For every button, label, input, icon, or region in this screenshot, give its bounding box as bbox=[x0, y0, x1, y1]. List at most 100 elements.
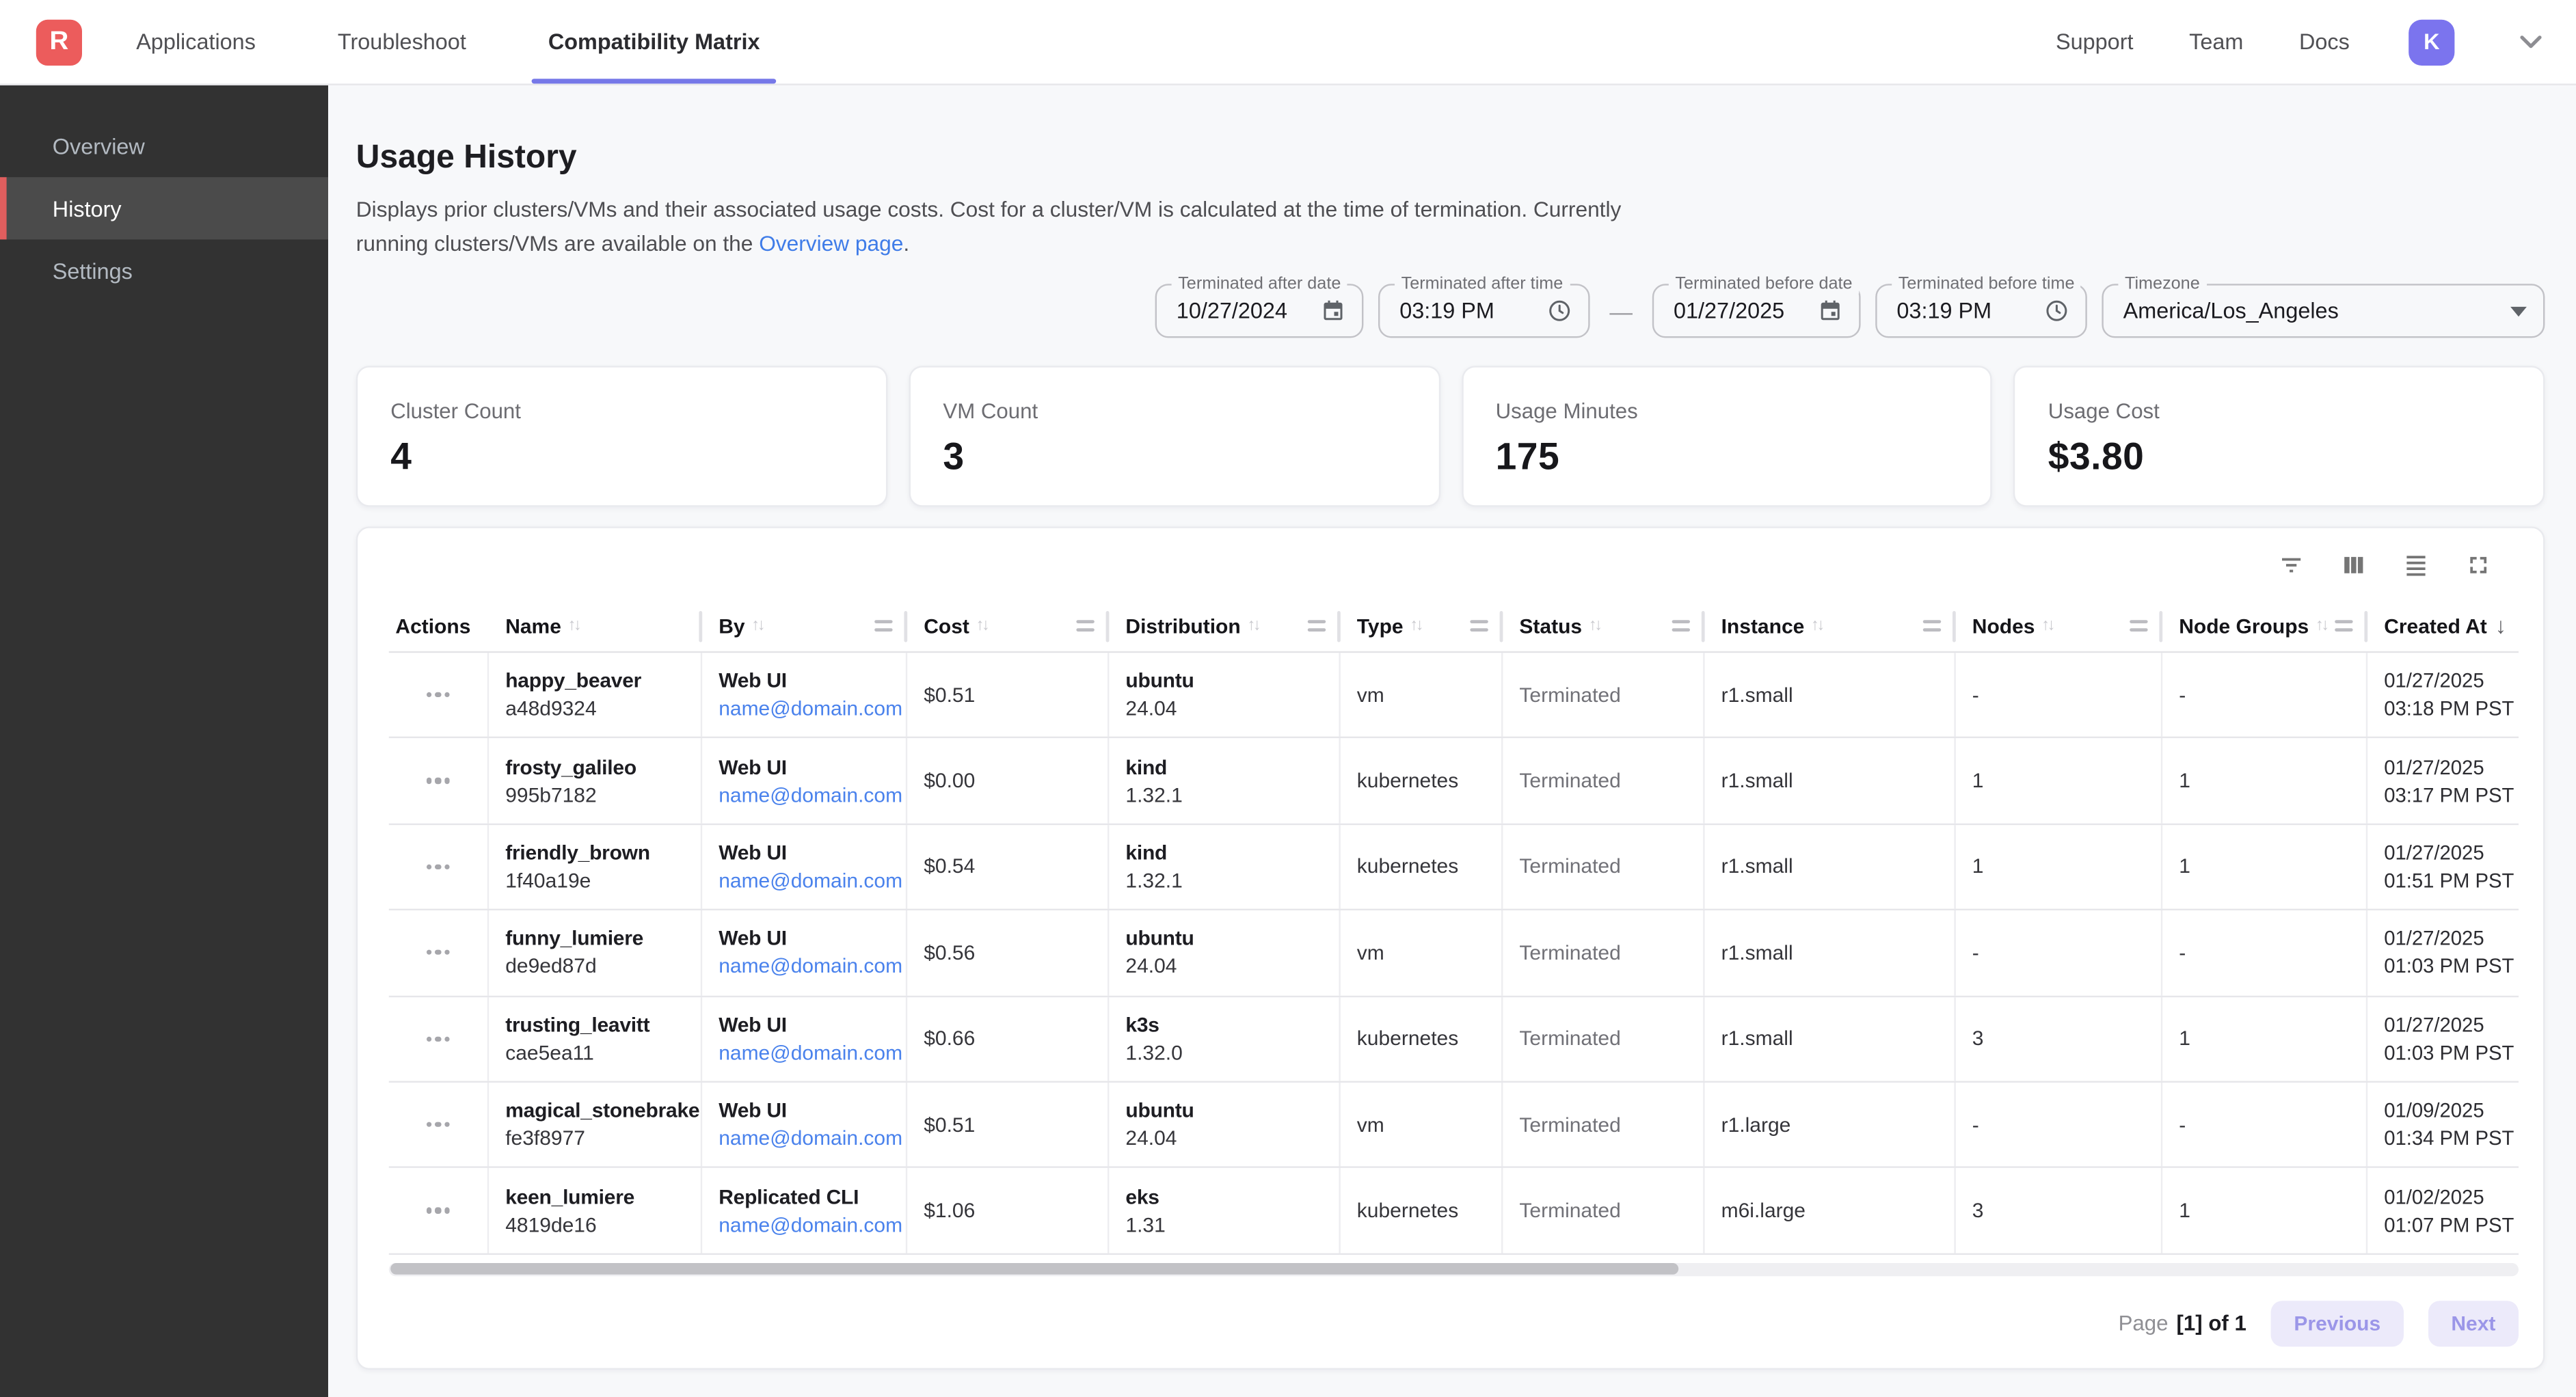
sort-icon: ↑↓ bbox=[1589, 616, 1600, 634]
cell-nodes: 3 bbox=[1956, 1169, 2162, 1253]
cell-cost: $0.56 bbox=[907, 910, 1109, 994]
density-icon[interactable] bbox=[2402, 550, 2430, 578]
nav-link-docs[interactable]: Docs bbox=[2299, 29, 2350, 54]
cell-instance: r1.small bbox=[1705, 996, 1956, 1081]
ellipsis-icon[interactable] bbox=[426, 1208, 450, 1213]
email-link[interactable]: name@domain.com bbox=[719, 869, 906, 893]
tab-troubleshoot[interactable]: Troubleshoot bbox=[338, 0, 466, 83]
col-header-node-groups[interactable]: Node Groups↑↓ bbox=[2162, 600, 2367, 651]
ellipsis-icon[interactable] bbox=[426, 950, 450, 955]
cost-value: $0.66 bbox=[924, 1027, 1108, 1050]
clock-icon[interactable] bbox=[2044, 299, 2069, 323]
cluster-name: friendly_brown bbox=[505, 841, 701, 865]
stat-value: $3.80 bbox=[2048, 435, 2510, 479]
email-link[interactable]: name@domain.com bbox=[719, 697, 906, 720]
sidebar-item-label: Overview bbox=[53, 134, 145, 159]
overview-page-link[interactable]: Overview page bbox=[759, 230, 903, 255]
dropdown-arrow-icon[interactable] bbox=[2510, 306, 2527, 316]
ellipsis-icon[interactable] bbox=[426, 692, 450, 698]
field-value: 10/27/2024 bbox=[1177, 299, 1311, 323]
tab-applications[interactable]: Applications bbox=[136, 0, 256, 83]
avatar[interactable]: K bbox=[2409, 19, 2454, 65]
terminated-after-date-input[interactable]: Terminated after date 10/27/2024 bbox=[1155, 284, 1364, 338]
sidebar-item-history[interactable]: History bbox=[0, 177, 328, 239]
column-menu-icon[interactable] bbox=[1076, 620, 1094, 632]
status-badge: Terminated bbox=[1519, 1027, 1703, 1050]
sidebar-item-overview[interactable]: Overview bbox=[0, 115, 328, 177]
timezone-select[interactable]: Timezone America/Los_Angeles bbox=[2102, 284, 2545, 338]
col-header-cost[interactable]: Cost↑↓ bbox=[907, 600, 1109, 651]
terminated-before-date-input[interactable]: Terminated before date 01/27/2025 bbox=[1652, 284, 1861, 338]
calendar-icon[interactable] bbox=[1818, 299, 1842, 323]
distribution-version: 1.32.0 bbox=[1125, 1041, 1339, 1064]
email-link[interactable]: name@domain.com bbox=[719, 1127, 906, 1150]
cell-actions bbox=[389, 825, 489, 909]
cluster-name: funny_lumiere bbox=[505, 927, 701, 951]
col-header-type[interactable]: Type↑↓ bbox=[1341, 600, 1503, 651]
cell-by: Web UIname@domain.com bbox=[702, 825, 907, 909]
col-header-name[interactable]: Name↑↓ bbox=[489, 600, 702, 651]
column-menu-icon[interactable] bbox=[1672, 620, 1690, 632]
nodes-value: - bbox=[1972, 941, 2161, 964]
field-value: America/Los_Angeles bbox=[2123, 299, 2501, 323]
email-link[interactable]: name@domain.com bbox=[719, 783, 906, 806]
cell-cost: $0.66 bbox=[907, 996, 1109, 1081]
cell-name: keen_lumiere4819de16 bbox=[489, 1169, 702, 1253]
filter-icon[interactable] bbox=[2277, 550, 2305, 578]
created-by: Web UI bbox=[719, 927, 906, 951]
ellipsis-icon[interactable] bbox=[426, 778, 450, 784]
column-menu-icon[interactable] bbox=[874, 620, 892, 632]
cell-by: Web UIname@domain.com bbox=[702, 1083, 907, 1167]
column-label: Status bbox=[1519, 614, 1582, 638]
nodes-value: 3 bbox=[1972, 1027, 2161, 1050]
chevron-down-icon[interactable] bbox=[2468, 34, 2542, 49]
email-link[interactable]: name@domain.com bbox=[719, 1213, 906, 1236]
cell-distribution: ubuntu24.04 bbox=[1109, 910, 1340, 994]
next-button[interactable]: Next bbox=[2428, 1301, 2519, 1346]
email-link[interactable]: name@domain.com bbox=[719, 955, 906, 979]
horizontal-scrollbar[interactable] bbox=[389, 1262, 2519, 1275]
table-footer: Page [1] of 1 Previous Next bbox=[358, 1301, 2543, 1346]
cell-node-groups: - bbox=[2162, 910, 2367, 994]
sidebar-item-settings[interactable]: Settings bbox=[0, 239, 328, 301]
calendar-icon[interactable] bbox=[1321, 299, 1345, 323]
columns-icon[interactable] bbox=[2339, 550, 2367, 578]
scrollbar-thumb[interactable] bbox=[390, 1264, 1679, 1275]
tab-compatibility-matrix[interactable]: Compatibility Matrix bbox=[548, 0, 760, 83]
nav-link-support[interactable]: Support bbox=[2056, 29, 2134, 54]
previous-button[interactable]: Previous bbox=[2271, 1301, 2404, 1346]
terminated-after-time-input[interactable]: Terminated after time 03:19 PM bbox=[1378, 284, 1590, 338]
table-row: keen_lumiere4819de16 Replicated CLIname@… bbox=[389, 1169, 2519, 1255]
col-header-created-at[interactable]: Created At↓ bbox=[2367, 600, 2519, 651]
type-value: kubernetes bbox=[1357, 856, 1501, 879]
clock-icon[interactable] bbox=[1547, 299, 1572, 323]
nav-link-team[interactable]: Team bbox=[2189, 29, 2243, 54]
ellipsis-icon[interactable] bbox=[426, 865, 450, 870]
column-menu-icon[interactable] bbox=[1470, 620, 1488, 632]
col-header-by[interactable]: By↑↓ bbox=[702, 600, 907, 651]
col-header-instance[interactable]: Instance↑↓ bbox=[1705, 600, 1956, 651]
fullscreen-icon[interactable] bbox=[2465, 550, 2493, 578]
cell-distribution: ubuntu24.04 bbox=[1109, 653, 1340, 737]
column-menu-icon[interactable] bbox=[2130, 620, 2147, 632]
column-menu-icon[interactable] bbox=[1923, 620, 1941, 632]
cell-created-at: 01/02/202501:07 PM PST bbox=[2367, 1169, 2519, 1253]
terminated-before-time-input[interactable]: Terminated before time 03:19 PM bbox=[1875, 284, 2087, 338]
column-menu-icon[interactable] bbox=[1308, 620, 1326, 632]
ellipsis-icon[interactable] bbox=[426, 1122, 450, 1128]
col-header-distribution[interactable]: Distribution↑↓ bbox=[1109, 600, 1340, 651]
email-link[interactable]: name@domain.com bbox=[719, 1041, 906, 1064]
col-header-nodes[interactable]: Nodes↑↓ bbox=[1956, 600, 2162, 651]
col-header-status[interactable]: Status ↑↓ bbox=[1503, 600, 1704, 651]
cell-name: happy_beavera48d9324 bbox=[489, 653, 702, 737]
replicated-logo[interactable]: R bbox=[36, 19, 82, 65]
sort-icon: ↑↓ bbox=[568, 616, 580, 634]
instance-value: r1.small bbox=[1721, 856, 1955, 879]
stat-card-usage-minutes: Usage Minutes 175 bbox=[1461, 366, 1992, 506]
field-label: Terminated before time bbox=[1892, 274, 2081, 294]
ellipsis-icon[interactable] bbox=[426, 1036, 450, 1042]
cluster-id: 4819de16 bbox=[505, 1213, 701, 1236]
cell-created-at: 01/27/202501:03 PM PST bbox=[2367, 996, 2519, 1081]
cell-distribution: eks1.31 bbox=[1109, 1169, 1340, 1253]
column-menu-icon[interactable] bbox=[2335, 620, 2352, 632]
